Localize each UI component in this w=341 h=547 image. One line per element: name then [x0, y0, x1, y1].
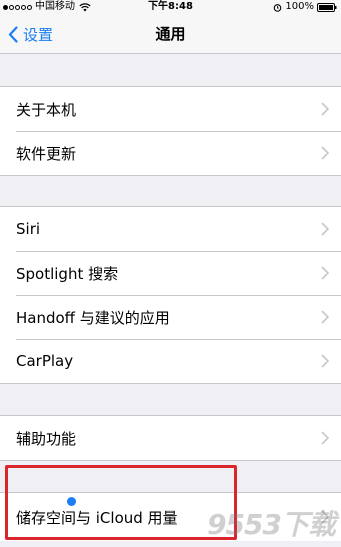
row-label: Siri — [16, 220, 41, 238]
chevron-right-icon — [321, 354, 329, 368]
row-label: 辅助功能 — [16, 429, 77, 448]
status-right: 100% — [273, 0, 337, 14]
row-spotlight-search[interactable]: Spotlight 搜索 — [0, 251, 341, 295]
battery-icon — [317, 2, 337, 12]
row-label: 软件更新 — [16, 144, 77, 163]
row-accessibility[interactable]: 辅助功能 — [0, 416, 341, 460]
chevron-right-icon — [321, 222, 329, 236]
row-software-update[interactable]: 软件更新 — [0, 131, 341, 175]
chevron-right-icon — [321, 266, 329, 280]
row-about[interactable]: 关于本机 — [0, 87, 341, 131]
page-title: 通用 — [155, 25, 186, 43]
group-accessibility: 辅助功能 — [0, 415, 341, 461]
row-label: Handoff 与建议的应用 — [16, 308, 170, 327]
battery-percent: 100% — [285, 1, 314, 12]
row-label: 关于本机 — [16, 100, 77, 119]
status-bar: 中国移动 下午8:48 100% — [0, 0, 341, 14]
chevron-right-icon — [321, 146, 329, 160]
row-handoff[interactable]: Handoff 与建议的应用 — [0, 295, 341, 339]
row-siri[interactable]: Siri — [0, 207, 341, 251]
watermark: 9553下载 — [207, 508, 336, 541]
row-label: CarPlay — [16, 352, 74, 370]
group-siri: Siri Spotlight 搜索 Handoff 与建议的应用 CarPlay — [0, 206, 341, 384]
chevron-right-icon — [321, 431, 329, 445]
row-label: 储存空间与 iCloud 用量 — [16, 508, 178, 527]
row-carplay[interactable]: CarPlay — [0, 339, 341, 383]
touch-indicator — [67, 497, 76, 506]
chevron-right-icon — [321, 102, 329, 116]
chevron-right-icon — [321, 310, 329, 324]
alarm-icon — [274, 3, 282, 12]
group-about: 关于本机 软件更新 — [0, 86, 341, 176]
row-label: Spotlight 搜索 — [16, 264, 119, 283]
navigation-bar: 设置 通用 — [0, 14, 341, 54]
